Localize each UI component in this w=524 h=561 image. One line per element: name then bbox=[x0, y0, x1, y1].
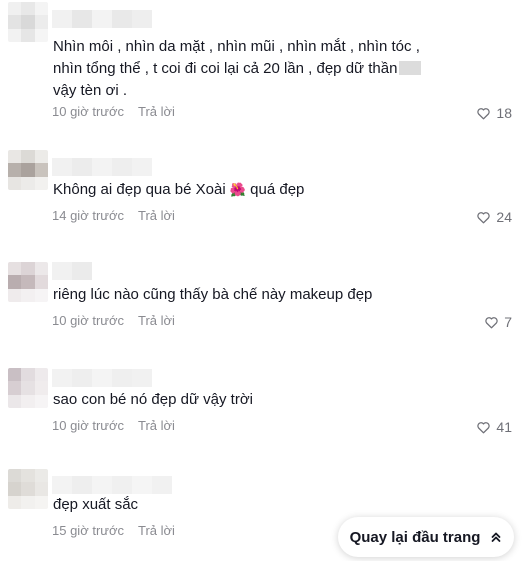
comment-text-line: vậy tèn ơi . bbox=[53, 82, 128, 99]
comment-meta: 15 giờ trước Trả lời bbox=[52, 521, 175, 539]
username-blurred[interactable] bbox=[52, 476, 172, 494]
like-button[interactable]: 24 bbox=[476, 208, 512, 226]
comment-time: 14 giờ trước bbox=[52, 207, 124, 223]
comment-text: Nhìn môi , nhìn da mặt , nhìn mũi , nhìn… bbox=[53, 36, 443, 102]
comment-text: riêng lúc nào cũng thấy bà chế này makeu… bbox=[53, 284, 443, 306]
flower-emoji: 🌺 bbox=[229, 182, 247, 197]
comment-time: 10 giờ trước bbox=[52, 417, 124, 433]
back-to-top-label: Quay lại đầu trang bbox=[349, 528, 481, 546]
username-blurred[interactable] bbox=[52, 262, 92, 280]
avatar[interactable] bbox=[8, 150, 48, 190]
comment-text-part: quá đẹp bbox=[246, 181, 305, 198]
heart-icon bbox=[477, 421, 491, 433]
comment-text-part: Không ai đẹp qua bé Xoài bbox=[53, 181, 230, 198]
like-button[interactable]: 41 bbox=[476, 418, 512, 436]
comment-text-line: riêng lúc nào cũng thấy bà chế này makeu… bbox=[53, 286, 373, 303]
comment-text-line: sao con bé nó đẹp dữ vậy trời bbox=[53, 391, 253, 408]
comment-text-line: đẹp xuất sắc bbox=[53, 496, 139, 513]
comment-text: đẹp xuất sắc bbox=[53, 494, 443, 516]
heart-icon bbox=[477, 211, 491, 223]
reply-button[interactable]: Trả lời bbox=[138, 418, 175, 433]
comment-text: Không ai đẹp qua bé Xoài 🌺 quá đẹp bbox=[53, 179, 443, 201]
like-count: 24 bbox=[496, 209, 512, 225]
reply-button[interactable]: Trả lời bbox=[138, 313, 175, 328]
heart-icon bbox=[485, 316, 498, 328]
like-count: 41 bbox=[496, 419, 512, 435]
comment-text: sao con bé nó đẹp dữ vậy trời bbox=[53, 389, 443, 411]
like-button[interactable]: 7 bbox=[484, 313, 512, 331]
avatar[interactable] bbox=[8, 2, 48, 42]
comment-time: 10 giờ trước bbox=[52, 103, 124, 119]
username-blurred[interactable] bbox=[52, 369, 152, 387]
username-blurred[interactable] bbox=[52, 10, 152, 28]
back-to-top-button[interactable]: Quay lại đầu trang bbox=[338, 517, 514, 557]
like-count: 18 bbox=[496, 105, 512, 121]
like-count: 7 bbox=[504, 314, 512, 330]
reply-button[interactable]: Trả lời bbox=[138, 523, 175, 538]
like-button[interactable]: 18 bbox=[476, 104, 512, 122]
double-chevron-up-icon bbox=[492, 532, 501, 542]
comment-text-line: nhìn tổng thể , t coi đi coi lại cả 20 l… bbox=[53, 58, 443, 80]
reply-button[interactable]: Trả lời bbox=[138, 208, 175, 223]
comment-meta: 10 giờ trước Trả lời bbox=[52, 102, 175, 120]
avatar[interactable] bbox=[8, 469, 48, 509]
comment-meta: 10 giờ trước Trả lời bbox=[52, 416, 175, 434]
avatar[interactable] bbox=[8, 262, 48, 302]
avatar[interactable] bbox=[8, 368, 48, 408]
comment-meta: 10 giờ trước Trả lời bbox=[52, 311, 175, 329]
redacted-text bbox=[399, 61, 422, 75]
comment-time: 15 giờ trước bbox=[52, 522, 124, 538]
comment-text-line: Nhìn môi , nhìn da mặt , nhìn mũi , nhìn… bbox=[53, 38, 420, 55]
heart-icon bbox=[477, 107, 491, 119]
reply-button[interactable]: Trả lời bbox=[138, 104, 175, 119]
username-blurred[interactable] bbox=[52, 158, 152, 176]
comment-time: 10 giờ trước bbox=[52, 312, 124, 328]
comment-meta: 14 giờ trước Trả lời bbox=[52, 206, 175, 224]
